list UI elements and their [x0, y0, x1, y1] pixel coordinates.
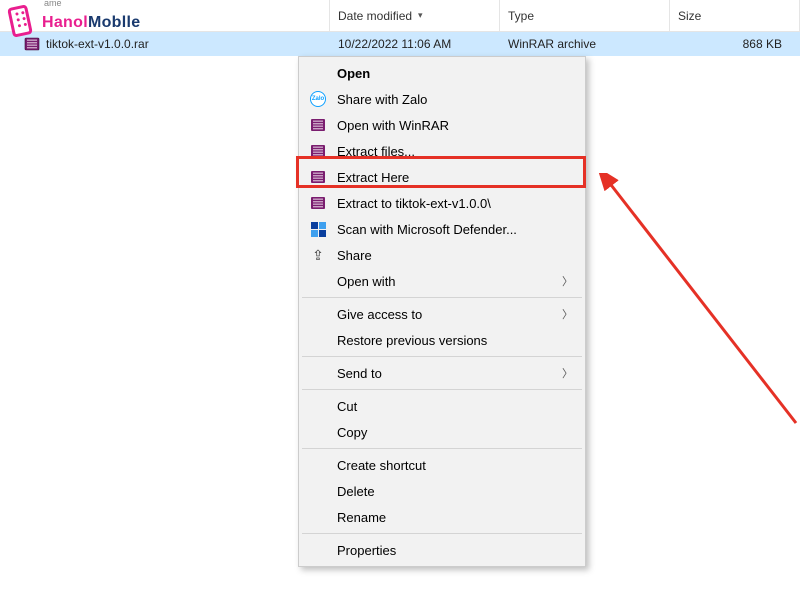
watermark-logo: ame HanolMoblle [4, 0, 140, 46]
separator [302, 297, 582, 298]
col-size[interactable]: Size [670, 0, 800, 31]
file-type: WinRAR archive [500, 37, 670, 51]
menu-restore[interactable]: Restore previous versions [301, 327, 583, 353]
menu-delete[interactable]: Delete [301, 478, 583, 504]
menu-copy[interactable]: Copy [301, 419, 583, 445]
menu-rename[interactable]: Rename [301, 504, 583, 530]
menu-share[interactable]: ⇪ Share [301, 242, 583, 268]
col-size-label: Size [678, 9, 701, 23]
logo-text: HanolMoblle [42, 14, 140, 32]
logo-sub: ame [44, 0, 62, 8]
winrar-icon [309, 194, 327, 212]
menu-extract-here[interactable]: Extract Here [301, 164, 583, 190]
defender-icon [309, 220, 327, 238]
winrar-icon [309, 116, 327, 134]
menu-open-winrar[interactable]: Open with WinRAR [301, 112, 583, 138]
separator [302, 448, 582, 449]
separator [302, 389, 582, 390]
menu-open[interactable]: Open [301, 60, 583, 86]
separator [302, 356, 582, 357]
col-type-label: Type [508, 9, 534, 23]
menu-cut[interactable]: Cut [301, 393, 583, 419]
share-icon: ⇪ [309, 246, 327, 264]
col-date[interactable]: Date modified ▾ [330, 0, 500, 31]
menu-give-access[interactable]: Give access to 〉 [301, 301, 583, 327]
context-menu: Open Zalo Share with Zalo Open with WinR… [298, 56, 586, 567]
zalo-icon: Zalo [309, 90, 327, 108]
chevron-right-icon: 〉 [562, 306, 573, 322]
menu-extract-to[interactable]: Extract to tiktok-ext-v1.0.0\ [301, 190, 583, 216]
file-date: 10/22/2022 11:06 AM [330, 37, 500, 51]
phone-icon [4, 6, 38, 40]
menu-send-to[interactable]: Send to 〉 [301, 360, 583, 386]
menu-shortcut[interactable]: Create shortcut [301, 452, 583, 478]
winrar-icon [309, 142, 327, 160]
chevron-right-icon: 〉 [562, 273, 573, 289]
col-type[interactable]: Type [500, 0, 670, 31]
menu-properties[interactable]: Properties [301, 537, 583, 563]
col-date-label: Date modified [338, 9, 412, 23]
menu-defender[interactable]: Scan with Microsoft Defender... [301, 216, 583, 242]
menu-share-zalo[interactable]: Zalo Share with Zalo [301, 86, 583, 112]
winrar-icon [309, 168, 327, 186]
file-size: 868 KB [670, 37, 800, 51]
separator [302, 533, 582, 534]
menu-open-with[interactable]: Open with 〉 [301, 268, 583, 294]
menu-extract-files[interactable]: Extract files... [301, 138, 583, 164]
sort-desc-icon: ▾ [418, 10, 423, 21]
chevron-right-icon: 〉 [562, 365, 573, 381]
annotation-arrow-icon [596, 173, 800, 433]
